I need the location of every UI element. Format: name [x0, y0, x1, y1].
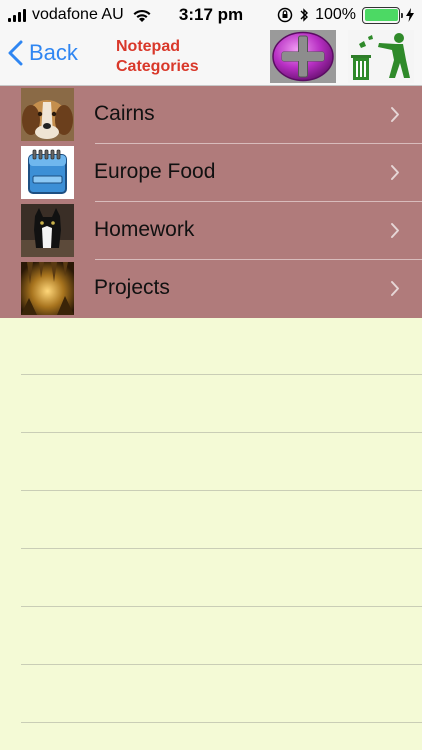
cat-thumbnail: [21, 204, 74, 257]
carrier-name: vodafone AU: [32, 6, 124, 23]
category-row-europe-food[interactable]: Europe Food: [0, 144, 422, 202]
category-label: Projects: [94, 276, 170, 299]
ruled-line: [21, 374, 422, 375]
category-row-homework[interactable]: Homework: [0, 202, 422, 260]
category-list: Cairns Europe Food Homework Projects: [0, 86, 422, 318]
battery-percent: 100%: [315, 6, 356, 23]
ruled-line: [21, 722, 422, 723]
ruled-line: [21, 664, 422, 665]
chevron-right-icon: [391, 281, 399, 296]
category-label: Cairns: [94, 102, 155, 125]
battery-fill: [364, 9, 398, 21]
plus-icon: [272, 31, 334, 82]
chevron-right-icon: [391, 223, 399, 238]
battery-icon: [362, 6, 403, 24]
page-title: Notepad Categories: [116, 38, 199, 75]
beagle-dog-thumbnail: [21, 88, 74, 141]
orientation-lock-icon: [277, 7, 293, 23]
status-bar: vodafone AU 3:17 pm 100%: [0, 0, 422, 30]
trash-person-icon: [351, 33, 410, 80]
category-label: Europe Food: [94, 160, 216, 183]
cell-signal-icon: [8, 8, 26, 22]
back-button[interactable]: Back: [8, 40, 78, 66]
ruled-line: [21, 548, 422, 549]
back-button-label: Back: [29, 40, 78, 65]
category-label: Homework: [94, 218, 195, 241]
notepad-paper: [0, 316, 422, 750]
wifi-icon: [133, 9, 151, 22]
bluetooth-icon: [300, 8, 309, 22]
cave-thumbnail: [21, 262, 74, 315]
chevron-right-icon: [391, 107, 399, 122]
category-row-cairns[interactable]: Cairns: [0, 86, 422, 144]
chevron-left-icon: [8, 40, 23, 66]
delete-category-button[interactable]: [348, 30, 414, 83]
ruled-line: [21, 490, 422, 491]
ruled-line: [21, 432, 422, 433]
add-category-button[interactable]: [270, 30, 336, 83]
navigation-bar: Back Notepad Categories: [0, 30, 422, 86]
notepad-thumbnail: [21, 146, 74, 199]
ruled-line: [21, 606, 422, 607]
charging-bolt-icon: [406, 8, 414, 22]
category-row-projects[interactable]: Projects: [0, 260, 422, 318]
chevron-right-icon: [391, 165, 399, 180]
